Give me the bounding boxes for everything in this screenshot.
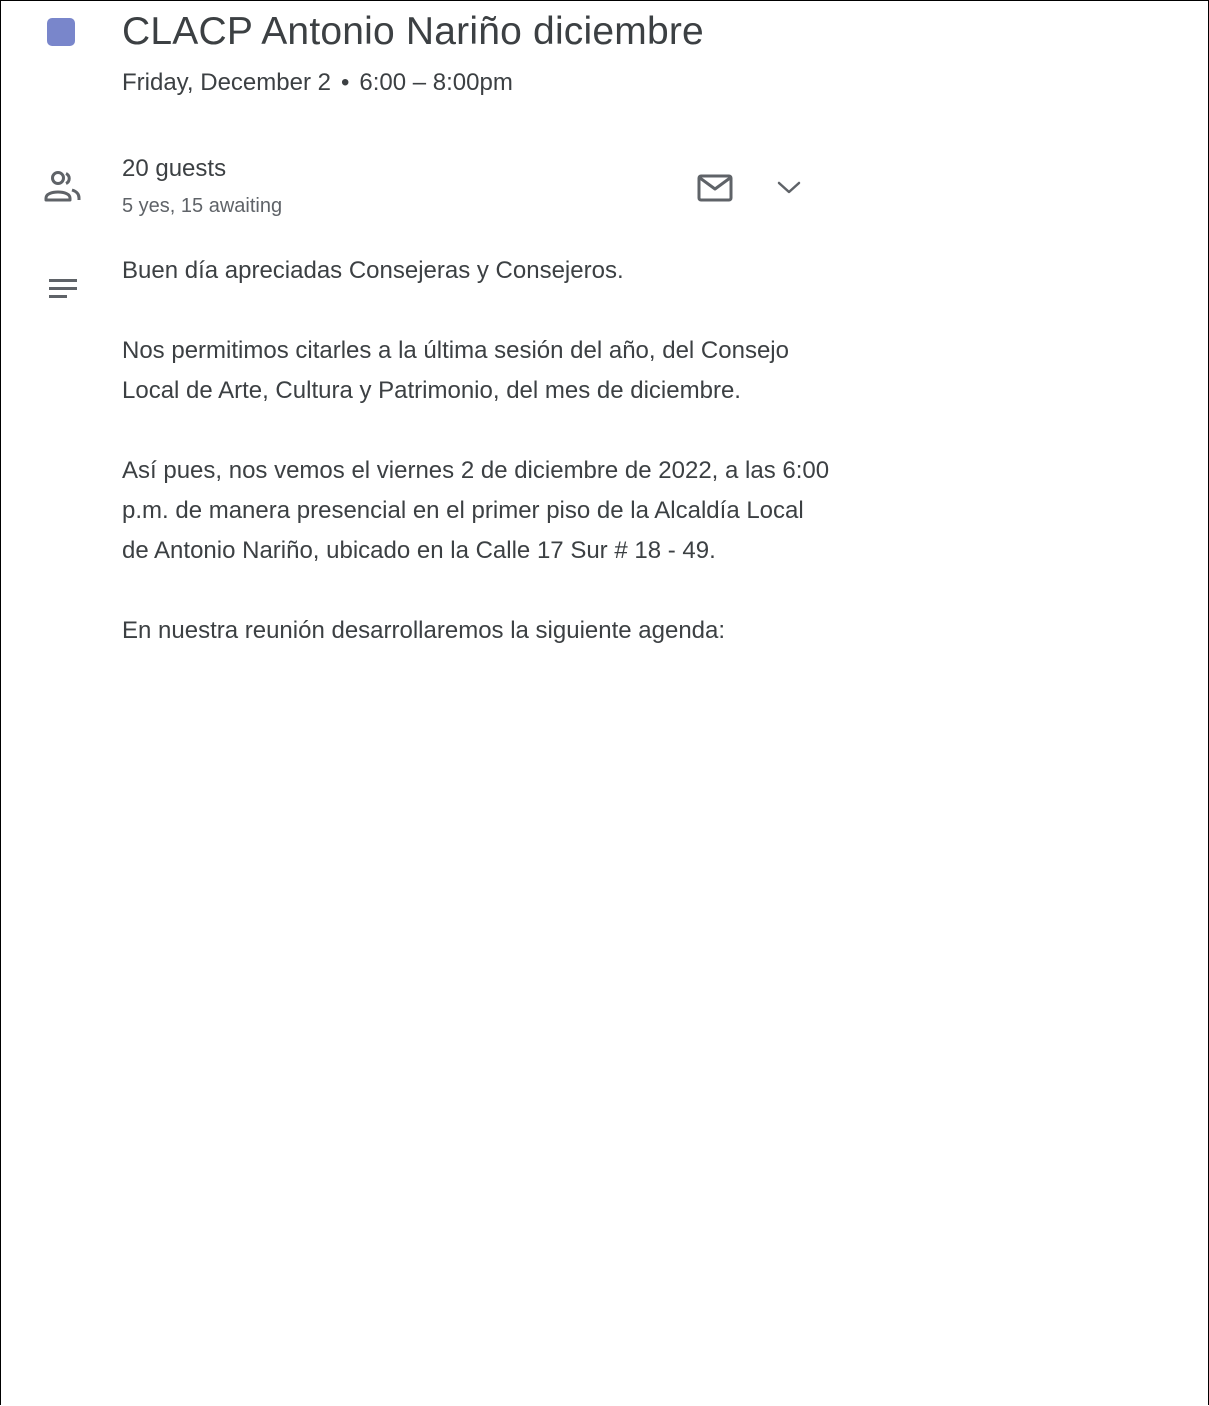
calendar-color-chip [47,18,75,46]
description-paragraph: Nos permitimos citarles a la última sesi… [122,337,789,404]
event-description: Buen día apreciadas Consejeras y Conseje… [122,251,832,691]
datetime-separator: • [340,69,350,96]
event-title: CLACP Antonio Nariño diciembre [122,10,704,53]
description-paragraph: En nuestra reunión desarrollaremos la si… [122,617,726,644]
event-time: 6:00 – 8:00pm [359,69,513,96]
mail-icon [697,174,733,202]
guests-rsvp-summary: 5 yes, 15 awaiting [122,195,283,217]
notes-icon [45,274,81,304]
description-paragraph: Buen día apreciadas Consejeras y Conseje… [122,257,624,284]
event-datetime: Friday, December 2 • 6:00 – 8:00pm [122,67,513,99]
people-icon [41,169,83,205]
description-paragraph: Así pues, nos vemos el viernes 2 de dici… [122,457,830,564]
chevron-down-icon [777,181,801,194]
event-details-panel: CLACP Antonio Nariño diciembre Friday, D… [0,0,1209,1405]
event-date: Friday, December 2 [122,69,331,96]
email-guests-button[interactable] [691,166,739,210]
guests-count[interactable]: 20 guests [122,153,226,185]
expand-guests-button[interactable] [765,166,813,210]
